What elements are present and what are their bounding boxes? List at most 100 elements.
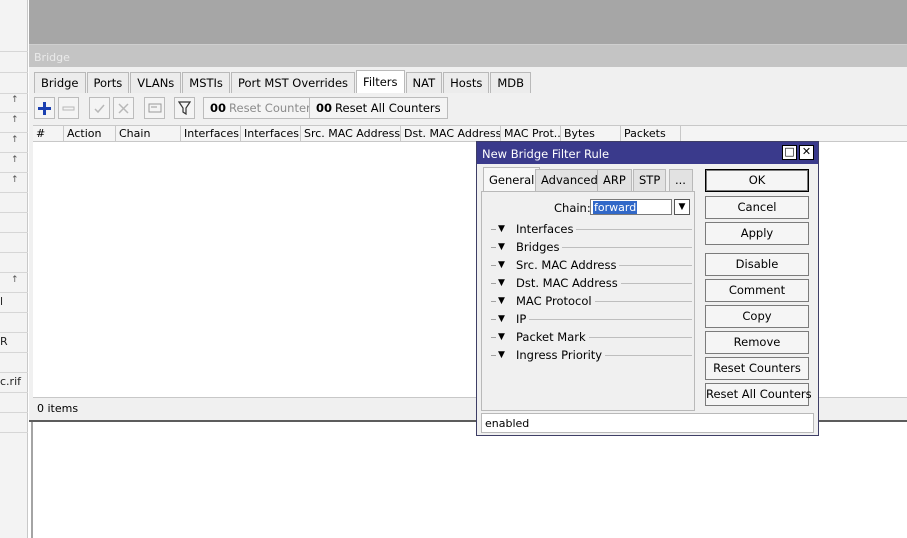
tab-nat[interactable]: NAT	[405, 72, 443, 93]
column-header-in-interface[interactable]: Interfaces...	[181, 126, 241, 142]
tab-port-mst-overrides[interactable]: Port MST Overrides	[230, 72, 356, 93]
copy-button[interactable]: Copy	[705, 305, 809, 328]
tab-mstis[interactable]: MSTIs	[182, 72, 230, 93]
sidebar-row[interactable]	[0, 412, 28, 433]
general-panel: Chain: forward ▼ ▼ Interfaces ▼ Bridges ▼ S…	[481, 191, 695, 411]
comment-button[interactable]	[144, 97, 165, 119]
column-header-dst-mac[interactable]: Dst. MAC Address...	[401, 126, 501, 142]
bridge-window-title[interactable]: Bridge	[29, 45, 907, 67]
sidebar-row[interactable]: ↑	[0, 172, 28, 193]
remove-rule-button[interactable]: Remove	[705, 331, 809, 354]
tab-hosts[interactable]: Hosts	[443, 72, 490, 93]
filter-table-header: # Action Chain Interfaces... Interfaces.…	[33, 125, 907, 142]
submenu-arrow-icon: ↑	[11, 275, 19, 285]
sidebar-row[interactable]	[0, 31, 28, 52]
add-button[interactable]	[34, 97, 55, 119]
sidebar-row[interactable]: R	[0, 332, 28, 353]
ok-button[interactable]: OK	[705, 169, 809, 192]
sidebar-row[interactable]	[0, 312, 28, 333]
tab-filters[interactable]: Filters	[356, 70, 405, 93]
remove-button[interactable]	[58, 97, 79, 119]
section-label: Ingress Priority	[516, 347, 606, 363]
dialog-title: New Bridge Filter Rule	[482, 147, 610, 161]
enable-button[interactable]	[89, 97, 110, 119]
expand-icon: ▼	[498, 278, 505, 288]
submenu-arrow-icon: ↑	[11, 115, 19, 125]
check-icon	[94, 104, 105, 113]
sidebar-row[interactable]: ↑	[0, 132, 28, 153]
sidebar-row[interactable]	[0, 192, 28, 213]
sidebar-row[interactable]: ↑	[0, 152, 28, 173]
tab-vlans[interactable]: VLANs	[130, 72, 182, 93]
sidebar-row[interactable]: c.rif	[0, 372, 28, 393]
cancel-button[interactable]: Cancel	[705, 196, 809, 219]
tab-general[interactable]: General	[483, 167, 541, 191]
comment-rule-button[interactable]: Comment	[705, 279, 809, 302]
tab-mdb[interactable]: MDB	[490, 72, 531, 93]
sidebar-row[interactable]: l	[0, 292, 28, 313]
sidebar-row[interactable]	[0, 392, 28, 413]
expand-icon: ▼	[498, 314, 505, 324]
sidebar-row[interactable]	[0, 52, 28, 73]
section-interfaces[interactable]: ▼ Interfaces	[491, 221, 692, 237]
disable-button[interactable]	[113, 97, 134, 119]
section-mac-protocol[interactable]: ▼ MAC Protocol	[491, 293, 692, 309]
sidebar-row[interactable]	[0, 252, 28, 273]
section-bridges[interactable]: ▼ Bridges	[491, 239, 692, 255]
reset-all-counters-label: Reset All Counters	[335, 101, 441, 115]
minus-icon	[62, 106, 75, 110]
tab-arp[interactable]: ARP	[597, 169, 632, 191]
sidebar-row[interactable]	[0, 352, 28, 373]
tab-stp[interactable]: STP	[633, 169, 667, 191]
column-header-src-mac[interactable]: Src. MAC Address...	[301, 126, 401, 142]
dialog-reset-counters-button[interactable]: Reset Counters	[705, 357, 809, 380]
reset-all-counters-button[interactable]: 00 Reset All Counters	[309, 97, 448, 119]
bridge-tabs: Bridge Ports VLANs MSTIs Port MST Overri…	[34, 70, 532, 93]
tab-ports[interactable]: Ports	[86, 72, 130, 93]
chain-input[interactable]: forward	[590, 199, 672, 215]
close-button[interactable]: ✕	[799, 145, 814, 160]
chain-label: Chain:	[554, 201, 591, 215]
dialog-reset-all-counters-button[interactable]: Reset All Counters	[705, 383, 812, 406]
funnel-icon	[178, 101, 191, 115]
apply-button[interactable]: Apply	[705, 222, 809, 245]
workspace-background	[29, 0, 907, 44]
submenu-arrow-icon: ↑	[11, 175, 19, 185]
sidebar-row[interactable]: ↑	[0, 272, 28, 293]
tab-bridge[interactable]: Bridge	[34, 72, 86, 93]
section-label: Dst. MAC Address	[516, 275, 621, 291]
column-header-number[interactable]: #	[33, 126, 64, 142]
section-packet-mark[interactable]: ▼ Packet Mark	[491, 329, 692, 345]
expand-icon: ▼	[498, 242, 505, 252]
rule-status: enabled	[481, 413, 814, 433]
filter-button[interactable]	[174, 97, 195, 119]
sidebar-row[interactable]	[0, 212, 28, 233]
chain-dropdown-button[interactable]: ▼	[674, 199, 690, 215]
column-header-chain[interactable]: Chain	[116, 126, 181, 142]
section-dst-mac-address[interactable]: ▼ Dst. MAC Address	[491, 275, 692, 291]
sidebar-row[interactable]: ↑	[0, 112, 28, 133]
column-header-bytes[interactable]: Bytes	[561, 126, 621, 142]
section-ip[interactable]: ▼ IP	[491, 311, 692, 327]
dialog-titlebar[interactable]: New Bridge Filter Rule □ ✕	[477, 142, 818, 164]
column-header-mac-protocol[interactable]: MAC Prot...	[501, 126, 561, 142]
disable-rule-button[interactable]: Disable	[705, 253, 809, 276]
section-src-mac-address[interactable]: ▼ Src. MAC Address	[491, 257, 692, 273]
reset-counters-button[interactable]: 00 Reset Counters	[203, 97, 324, 119]
sidebar-text: l	[0, 295, 4, 308]
tab-more[interactable]: ...	[669, 169, 693, 191]
sidebar-row[interactable]	[0, 232, 28, 253]
section-label: Interfaces	[516, 221, 577, 237]
column-header-packets[interactable]: Packets	[621, 126, 681, 142]
section-ingress-priority[interactable]: ▼ Ingress Priority	[491, 347, 692, 363]
column-header-action[interactable]: Action	[64, 126, 116, 142]
column-header-out-interface[interactable]: Interfaces...	[241, 126, 301, 142]
expand-icon: ▼	[498, 296, 505, 306]
submenu-arrow-icon: ↑	[11, 135, 19, 145]
sidebar-text: c.rif	[0, 375, 21, 388]
sidebar-row[interactable]: ↑	[0, 92, 28, 113]
expand-icon: ▼	[498, 224, 505, 234]
tab-advanced[interactable]: Advanced	[535, 169, 604, 191]
maximize-button[interactable]: □	[782, 145, 797, 160]
sidebar-row[interactable]	[0, 73, 28, 94]
